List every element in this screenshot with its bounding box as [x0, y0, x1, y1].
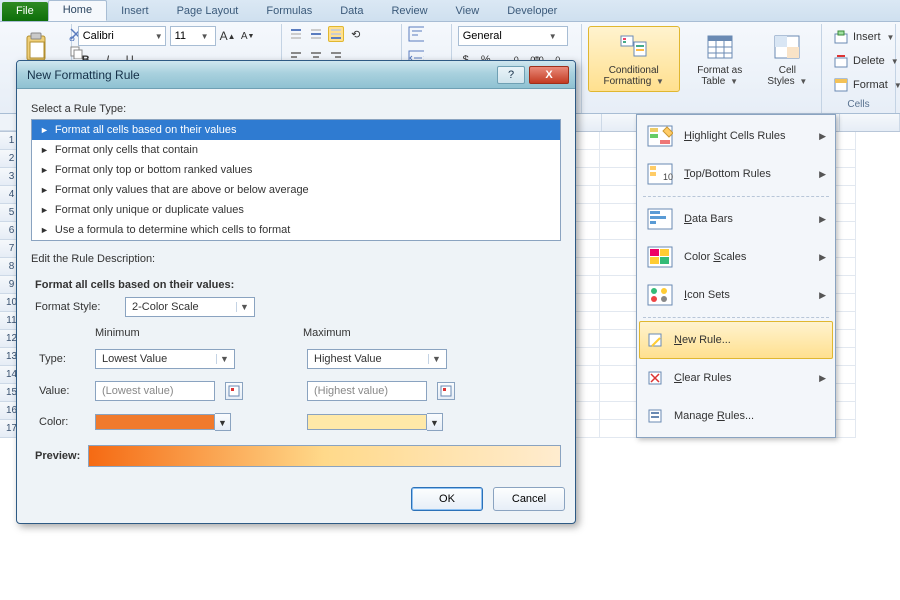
- value-label: Value:: [39, 385, 89, 397]
- font-name-select[interactable]: ▼: [78, 26, 166, 46]
- delete-cells-icon: [833, 53, 849, 69]
- cells-group-label: Cells: [828, 97, 889, 113]
- menu-top-bottom-rules[interactable]: 10 Top/Bottom Rules ▶: [639, 155, 833, 193]
- rule-type-item[interactable]: ►Format all cells based on their values: [32, 120, 560, 140]
- wrap-text-icon[interactable]: [408, 26, 424, 42]
- font-size-select[interactable]: ▼: [170, 26, 216, 46]
- color-scales-icon: [646, 245, 674, 269]
- file-tab[interactable]: File: [2, 2, 48, 21]
- rule-type-item[interactable]: ►Use a formula to determine which cells …: [32, 220, 560, 240]
- menu-icon-sets[interactable]: Icon Sets ▶: [639, 276, 833, 314]
- min-type-select[interactable]: Lowest Value▼: [95, 349, 235, 369]
- dialog-help-button[interactable]: ?: [497, 66, 525, 84]
- data-bars-icon: [646, 207, 674, 231]
- increase-font-icon[interactable]: A▲: [220, 28, 236, 44]
- min-range-picker-button[interactable]: [225, 382, 243, 400]
- conditional-formatting-icon: [618, 31, 650, 63]
- format-style-label: Format Style:: [35, 301, 119, 313]
- menu-clear-rules[interactable]: Clear Rules ▶: [639, 359, 833, 397]
- rule-type-item[interactable]: ►Format only values that are above or be…: [32, 180, 560, 200]
- select-rule-type-label: Select a Rule Type:: [31, 103, 561, 115]
- orientation-icon[interactable]: ⟲: [348, 26, 364, 42]
- menu-manage-rules[interactable]: Manage Rules...: [639, 397, 833, 435]
- cell-styles-label: Cell Styles ▼: [767, 65, 808, 87]
- clear-rules-icon: [646, 366, 664, 390]
- highlight-cells-icon: [646, 124, 674, 148]
- align-middle-icon[interactable]: [308, 26, 324, 42]
- max-range-picker-button[interactable]: [437, 382, 455, 400]
- type-label: Type:: [39, 353, 89, 365]
- tab-developer[interactable]: Developer: [493, 2, 571, 21]
- format-cells-button[interactable]: Format▼: [828, 74, 900, 96]
- tab-formulas[interactable]: Formulas: [252, 2, 326, 21]
- max-color-select[interactable]: ▼: [307, 413, 443, 431]
- format-as-table-icon: [704, 31, 736, 63]
- menu-data-bars[interactable]: Data Bars ▶: [639, 200, 833, 238]
- delete-cells-button[interactable]: Delete▼: [828, 50, 900, 72]
- conditional-formatting-button[interactable]: Conditional Formatting ▼: [588, 26, 680, 92]
- menu-new-rule[interactable]: New Rule...: [639, 321, 833, 359]
- tab-page-layout[interactable]: Page Layout: [163, 2, 253, 21]
- max-type-select[interactable]: Highest Value▼: [307, 349, 447, 369]
- maximum-header: Maximum: [303, 327, 455, 339]
- min-value-input[interactable]: (Lowest value): [95, 381, 215, 401]
- top-bottom-icon: 10: [646, 162, 674, 186]
- new-formatting-rule-dialog: New Formatting Rule ? X Select a Rule Ty…: [16, 60, 576, 524]
- tab-view[interactable]: View: [442, 2, 494, 21]
- chevron-right-icon: ▶: [819, 290, 826, 301]
- insert-cells-icon: [833, 29, 849, 45]
- chevron-right-icon: ▶: [819, 252, 826, 263]
- manage-rules-icon: [646, 404, 664, 428]
- conditional-formatting-menu: HHighlight Cells Rulesighlight Cells Rul…: [636, 114, 836, 438]
- minimum-header: Minimum: [95, 327, 243, 339]
- conditional-formatting-label: Conditional Formatting ▼: [595, 65, 673, 87]
- chevron-right-icon: ▶: [819, 169, 826, 180]
- min-color-select[interactable]: ▼: [95, 413, 231, 431]
- clipboard-icon: [21, 31, 53, 63]
- rule-type-item[interactable]: ►Format only unique or duplicate values: [32, 200, 560, 220]
- svg-text:10: 10: [663, 172, 673, 182]
- menu-highlight-cells-rules[interactable]: HHighlight Cells Rulesighlight Cells Rul…: [639, 117, 833, 155]
- chevron-right-icon: ▶: [819, 373, 826, 384]
- format-as-table-label: Format as Table ▼: [691, 65, 749, 87]
- align-top-icon[interactable]: [288, 26, 304, 42]
- tab-home[interactable]: Home: [48, 0, 107, 21]
- chevron-right-icon: ▶: [819, 131, 826, 142]
- edit-rule-description-label: Edit the Rule Description:: [31, 253, 561, 265]
- rule-type-item[interactable]: ►Format only cells that contain: [32, 140, 560, 160]
- format-as-table-button[interactable]: Format as Table ▼: [684, 26, 756, 92]
- max-value-input[interactable]: (Highest value): [307, 381, 427, 401]
- ribbon-tab-row: File Home Insert Page Layout Formulas Da…: [0, 0, 900, 22]
- format-style-select[interactable]: 2-Color Scale▼: [125, 297, 255, 317]
- new-rule-icon: [646, 328, 664, 352]
- tab-data[interactable]: Data: [326, 2, 377, 21]
- preview-label: Preview:: [35, 450, 80, 462]
- rule-description-title: Format all cells based on their values:: [35, 279, 561, 291]
- insert-cells-button[interactable]: Insert▼: [828, 26, 899, 48]
- tab-review[interactable]: Review: [377, 2, 441, 21]
- dialog-title: New Formatting Rule: [27, 68, 140, 82]
- rule-type-item[interactable]: ►Format only top or bottom ranked values: [32, 160, 560, 180]
- menu-color-scales[interactable]: Color Scales ▶: [639, 238, 833, 276]
- color-label: Color:: [39, 416, 89, 428]
- rule-type-list: ►Format all cells based on their values …: [31, 119, 561, 241]
- icon-sets-icon: [646, 283, 674, 307]
- cell-styles-button[interactable]: Cell Styles ▼: [760, 26, 815, 92]
- format-cells-icon: [833, 77, 849, 93]
- cancel-button[interactable]: Cancel: [493, 487, 565, 511]
- decrease-font-icon[interactable]: A▼: [240, 28, 256, 44]
- number-format-select[interactable]: ▼: [458, 26, 568, 46]
- cell-styles-icon: [771, 31, 803, 63]
- chevron-right-icon: ▶: [819, 214, 826, 225]
- dialog-close-button[interactable]: X: [529, 66, 569, 84]
- tab-insert[interactable]: Insert: [107, 2, 163, 21]
- preview-gradient: [88, 445, 561, 467]
- dialog-titlebar[interactable]: New Formatting Rule ? X: [17, 61, 575, 89]
- align-bottom-icon[interactable]: [328, 26, 344, 42]
- ok-button[interactable]: OK: [411, 487, 483, 511]
